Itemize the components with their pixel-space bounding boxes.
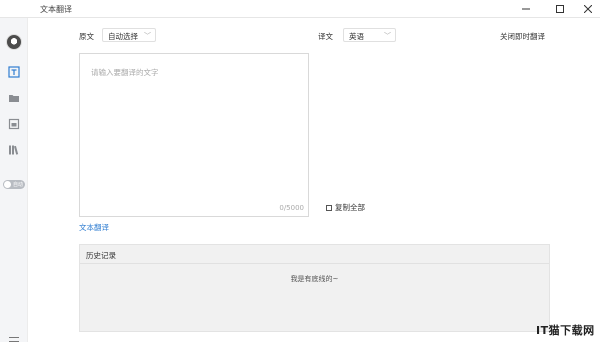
target-language-value: 英语 — [349, 32, 364, 41]
toggle-knob — [4, 181, 11, 188]
close-instant-translate-button[interactable]: 关闭即时翻译 — [500, 31, 545, 42]
target-language-select[interactable]: 英语 ﹀ — [343, 28, 396, 42]
sidebar: 自动 — [0, 18, 28, 342]
menu-button[interactable] — [9, 337, 19, 342]
input-placeholder: 请输入要翻译的文字 — [91, 68, 159, 77]
minimize-icon — [522, 8, 530, 10]
title-bar: 文本翻译 — [0, 0, 600, 18]
history-title: 历史记录 — [86, 251, 116, 260]
source-text-input[interactable]: 请输入要翻译的文字 0/5000 — [79, 53, 309, 217]
source-language-value: 自动选择 — [108, 32, 138, 41]
sidebar-item-text-translate[interactable] — [8, 66, 20, 78]
close-button[interactable] — [574, 0, 600, 18]
auto-toggle[interactable]: 自动 — [3, 180, 25, 189]
folder-icon — [9, 95, 19, 102]
close-icon — [584, 5, 592, 13]
menu-icon — [9, 337, 19, 342]
image-icon — [8, 118, 20, 130]
char-counter: 0/5000 — [279, 204, 304, 212]
library-icon — [9, 145, 19, 155]
watermark-logo: IT猫下载网 — [536, 324, 595, 337]
copy-all-label: 复制全部 — [335, 203, 365, 212]
history-header: 历史记录 — [80, 245, 549, 264]
maximize-button[interactable] — [546, 0, 574, 18]
target-label: 译文 — [318, 32, 333, 41]
toggle-label: 自动 — [13, 182, 24, 188]
sidebar-item-folder[interactable] — [8, 92, 20, 104]
translation-output — [326, 53, 590, 217]
sidebar-item-image[interactable] — [8, 118, 20, 130]
window-title: 文本翻译 — [40, 5, 72, 14]
source-label: 原文 — [79, 32, 94, 41]
text-translate-icon — [8, 66, 20, 78]
avatar[interactable] — [6, 34, 22, 50]
chevron-down-icon: ﹀ — [384, 32, 391, 40]
maximize-icon — [556, 5, 564, 13]
sidebar-item-library[interactable] — [8, 144, 20, 156]
source-language-select[interactable]: 自动选择 ﹀ — [102, 28, 156, 42]
history-empty-text: 我是有底线的~ — [290, 275, 339, 283]
history-panel: 历史记录 我是有底线的~ — [79, 244, 550, 332]
copy-all-button[interactable]: 复制全部 — [326, 202, 365, 213]
minimize-button[interactable] — [512, 0, 540, 18]
copy-icon — [326, 204, 332, 211]
text-translate-link[interactable]: 文本翻译 — [79, 222, 109, 233]
chevron-down-icon: ﹀ — [144, 32, 151, 40]
